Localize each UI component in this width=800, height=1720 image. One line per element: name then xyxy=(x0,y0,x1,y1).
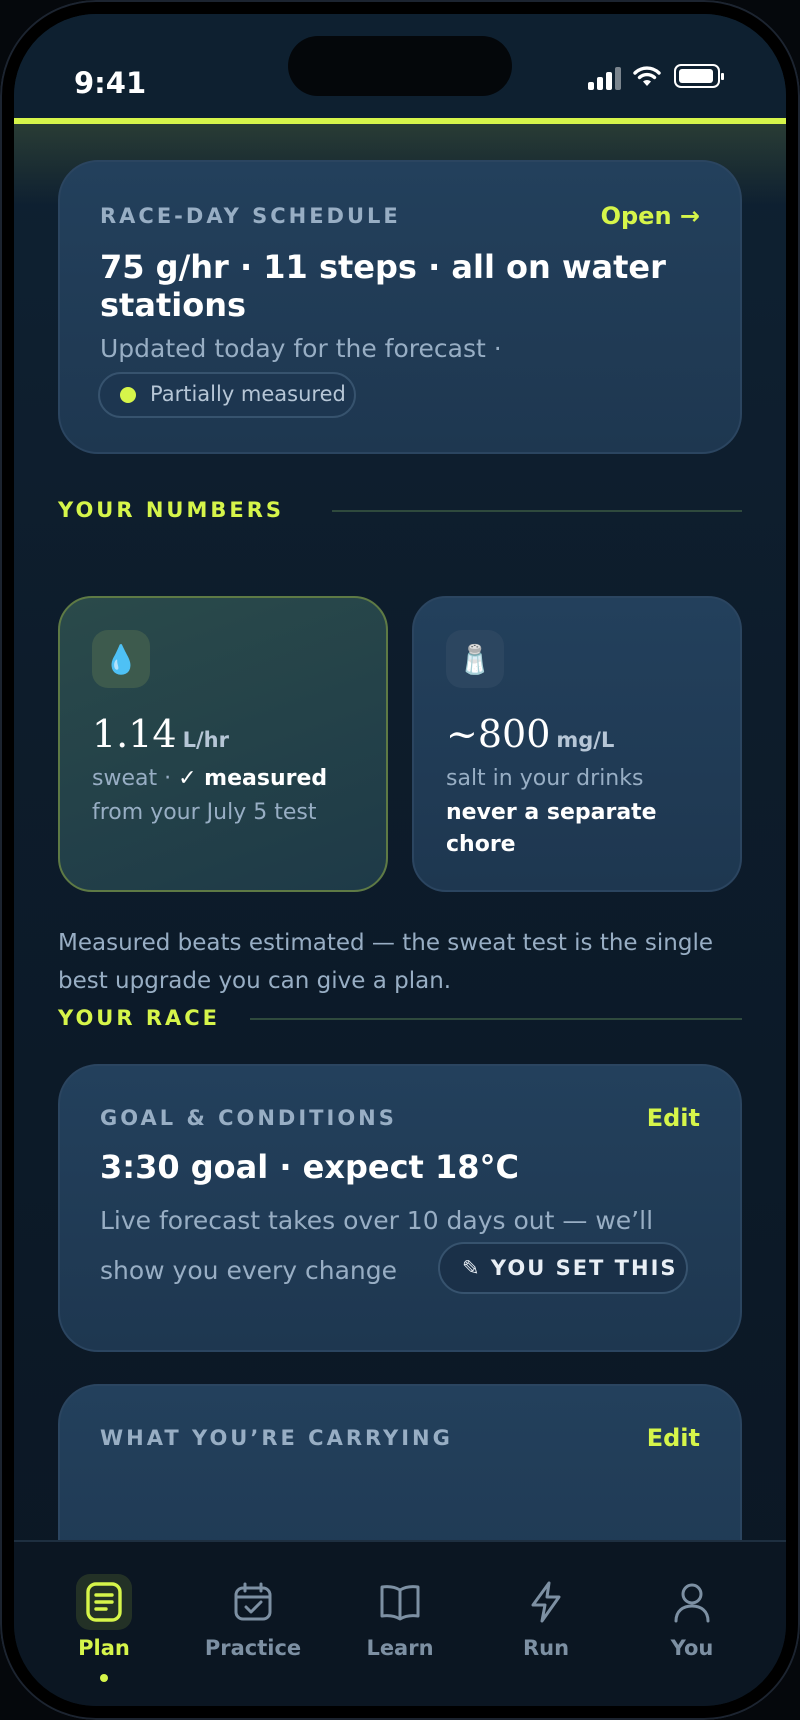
water-drop-icon: 💧 xyxy=(92,630,150,688)
schedule-updated-text: Updated today for the forecast · xyxy=(100,334,502,363)
sweat-rate-card[interactable]: 💧 1.14 L/hr sweat · ✓ measured from your … xyxy=(58,596,388,892)
tab-run[interactable]: Run xyxy=(486,1564,606,1674)
wifi-icon xyxy=(633,66,661,86)
you-set-this-badge: ✎ YOU SET THIS xyxy=(438,1242,688,1294)
card-label: GOAL & CONDITIONS xyxy=(100,1106,397,1130)
section-title-your-race: YOUR RACE xyxy=(58,1006,221,1030)
section-divider xyxy=(332,510,742,512)
goal-conditions-card[interactable]: GOAL & CONDITIONS Edit 3:30 goal · expec… xyxy=(58,1064,742,1352)
salt-detail-line1: never a separate xyxy=(446,800,657,825)
lightning-icon xyxy=(531,1581,561,1623)
cellular-signal-icon xyxy=(588,66,622,90)
tab-practice[interactable]: Practice xyxy=(193,1564,313,1674)
person-icon xyxy=(674,1583,710,1623)
badge-label: ✎ YOU SET THIS xyxy=(462,1256,678,1280)
sweat-rate-unit: L/hr xyxy=(182,728,229,752)
sweat-test-note: Measured beats estimated — the sweat tes… xyxy=(58,930,713,994)
tab-learn[interactable]: Learn xyxy=(340,1564,460,1674)
salt-unit: mg/L xyxy=(556,728,615,752)
sweat-rate-number: 1.14 xyxy=(92,712,177,756)
salt-value: ~800 mg/L xyxy=(446,712,614,756)
sweat-label-prefix: sweat · xyxy=(92,766,172,791)
book-icon xyxy=(380,1585,420,1621)
edit-goal-link[interactable]: Edit xyxy=(647,1104,700,1132)
tab-label: Learn xyxy=(366,1636,434,1660)
tab-label: Run xyxy=(522,1636,570,1660)
measured-indicator: ✓ measured xyxy=(178,766,328,791)
card-label: RACE-DAY SCHEDULE xyxy=(100,204,401,228)
schedule-summary: 75 g/hr · 11 steps · all on water statio… xyxy=(100,248,666,324)
plan-icon xyxy=(86,1582,122,1622)
bottom-tab-bar: Plan Practice Learn Run You xyxy=(14,1540,786,1706)
tab-label: Plan xyxy=(78,1636,130,1660)
forecast-text-line1: Live forecast takes over 10 days out — w… xyxy=(100,1206,654,1235)
salt-label: salt in your drinks xyxy=(446,766,644,791)
tab-label: Practice xyxy=(204,1636,302,1660)
sweat-source-text: from your July 5 test xyxy=(92,800,317,825)
forecast-text-line2: show you every change xyxy=(100,1256,398,1285)
section-title-your-numbers: YOUR NUMBERS xyxy=(58,498,285,522)
salt-number: ~800 xyxy=(446,712,551,756)
active-tab-dot xyxy=(100,1674,108,1682)
race-day-schedule-card[interactable]: RACE-DAY SCHEDULE Open → 75 g/hr · 11 st… xyxy=(58,160,742,454)
open-schedule-link[interactable]: Open → xyxy=(601,202,700,230)
salt-detail-line2: chore xyxy=(446,832,516,857)
edit-carrying-link[interactable]: Edit xyxy=(647,1424,700,1452)
card-label: WHAT YOU’RE CARRYING xyxy=(100,1426,453,1450)
badge-label: Partially measured xyxy=(150,382,346,406)
salt-concentration-card[interactable]: 🧂 ~800 mg/L salt in your drinks never a s… xyxy=(412,596,742,892)
sweat-label: sweat · ✓ measured xyxy=(92,766,327,791)
status-time: 9:41 xyxy=(74,66,147,100)
sweat-rate-value: 1.14 L/hr xyxy=(92,712,229,756)
tab-label: You xyxy=(670,1636,714,1660)
tab-you[interactable]: You xyxy=(632,1564,752,1674)
salt-shaker-icon: 🧂 xyxy=(446,630,504,688)
status-bar: 9:41 xyxy=(14,14,786,120)
tab-plan[interactable]: Plan xyxy=(44,1564,164,1682)
goal-summary: 3:30 goal · expect 18°C xyxy=(100,1148,519,1186)
dynamic-island xyxy=(288,36,512,96)
status-dot-icon xyxy=(120,387,136,403)
screen: 9:41 RACE-DAY SCHEDULE Open → 75 g/hr · … xyxy=(14,14,786,1706)
device-frame: 9:41 RACE-DAY SCHEDULE Open → 75 g/hr · … xyxy=(0,0,800,1720)
battery-icon xyxy=(674,64,724,88)
section-divider xyxy=(250,1018,742,1020)
measurement-status-badge: Partially measured xyxy=(98,372,356,418)
calendar-check-icon xyxy=(234,1582,272,1621)
